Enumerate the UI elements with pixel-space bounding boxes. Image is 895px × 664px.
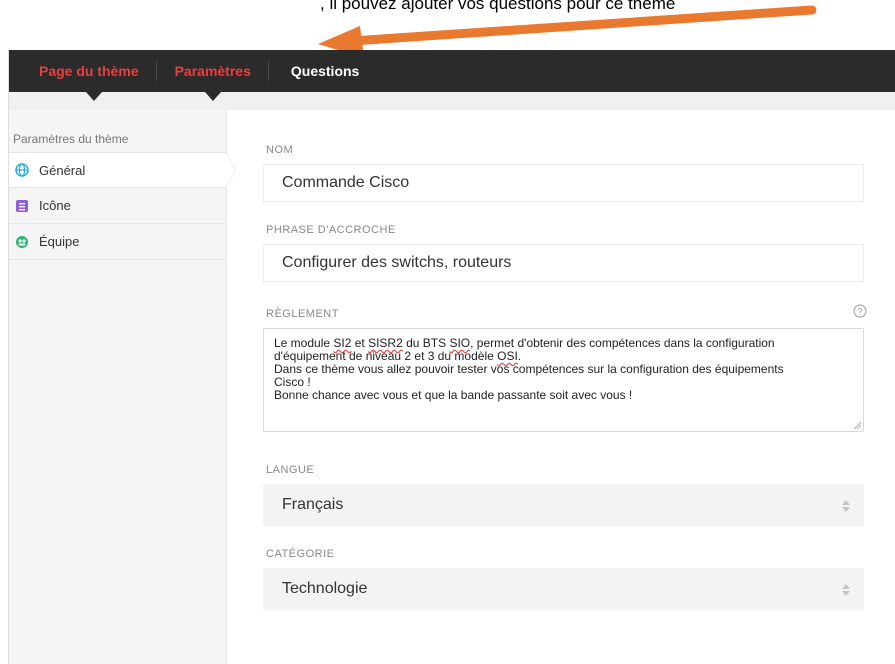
field-label: NOM [266, 144, 294, 156]
select-arrows-icon [842, 584, 850, 596]
svg-text:?: ? [857, 307, 862, 317]
tab-label: Paramètres [174, 63, 251, 79]
tab-page-du-theme[interactable]: Page du thème [31, 50, 157, 101]
text-line: Cisco ! [274, 375, 311, 389]
text-part: Le module [274, 336, 334, 350]
select-value: Français [282, 496, 344, 513]
text-part: . [517, 349, 522, 363]
text-part: , permet d'obtenir des compétences dans … [470, 336, 775, 350]
sidebar-item-label: Icône [39, 198, 71, 213]
sub-bar [9, 92, 895, 110]
field-label: LANGUE [266, 464, 315, 476]
sidebar-item-label: Général [39, 162, 86, 178]
field-phrase: PHRASE D'ACCROCHE Configurer des switchs… [263, 224, 869, 282]
input-value: Commande Cisco [282, 174, 410, 191]
spell-word: SISR2 [368, 336, 403, 350]
categorie-select[interactable]: Technologie [263, 568, 864, 610]
sidebar-item-label: Équipe [39, 234, 80, 249]
text-line: Bonne chance avec vous et que la bande p… [274, 388, 633, 402]
team-icon [15, 235, 29, 249]
tab-label: Page du thème [39, 63, 139, 79]
field-reglement: RÈGLEMENT ? Le module SI2 et SISR2 du BT… [263, 304, 869, 432]
resize-handle-icon[interactable] [853, 421, 861, 429]
settings-form: NOM Commande Cisco PHRASE D'ACCROCHE Con… [227, 110, 895, 664]
settings-sidebar: Paramètres du thème Général Icône Équipe [9, 110, 236, 664]
field-label: RÈGLEMENT [266, 308, 339, 320]
field-nom: NOM Commande Cisco [263, 144, 869, 202]
tab-questions[interactable]: Questions [269, 50, 377, 92]
select-arrows-icon [842, 500, 850, 512]
content-area: Paramètres du thème Général Icône Équipe… [9, 110, 895, 664]
globe-icon [15, 163, 29, 177]
text-part: et [351, 336, 369, 350]
text-part: d'équipement de niveau 2 et 3 du modèle [274, 349, 498, 363]
image-icon [15, 199, 29, 213]
text-part: du BTS [402, 336, 450, 350]
spell-word: SI2 [333, 336, 352, 350]
text-line: Dans ce thème vous allez pouvoir tester … [274, 362, 784, 376]
tab-parametres[interactable]: Paramètres [157, 50, 269, 101]
sidebar-item-icone[interactable]: Icône [9, 188, 226, 224]
spell-word: SIO [449, 336, 471, 350]
tab-caret-icon [85, 92, 102, 101]
reglement-textarea[interactable]: Le module SI2 et SISR2 du BTS SIO, perme… [263, 328, 864, 432]
screenshot: , il pouvez ajouter vos questions pour c… [0, 0, 895, 664]
spell-word: OSI [497, 349, 518, 363]
langue-select[interactable]: Français [263, 484, 864, 526]
select-value: Technologie [282, 580, 368, 597]
top-navigation: Page du thème Paramètres Questions [9, 50, 895, 101]
field-categorie: CATÉGORIE Technologie [263, 548, 869, 610]
app-window: Page du thème Paramètres Questions Param… [8, 50, 895, 664]
caption-line: , il pouvez ajouter vos questions pour c… [320, 0, 676, 13]
field-label: PHRASE D'ACCROCHE [266, 224, 396, 236]
sidebar-title: Paramètres du thème [13, 132, 129, 146]
sidebar-item-equipe[interactable]: Équipe [9, 224, 226, 260]
tab-caret-icon [204, 92, 221, 101]
input-value: Configurer des switchs, routeurs [282, 254, 512, 271]
field-langue: LANGUE Français [263, 464, 869, 526]
caption-text: , il pouvez ajouter vos questions pour c… [320, 0, 800, 14]
nom-input[interactable]: Commande Cisco [263, 164, 864, 202]
tab-label: Questions [290, 63, 360, 79]
help-icon[interactable]: ? [853, 304, 867, 318]
phrase-input[interactable]: Configurer des switchs, routeurs [263, 244, 864, 282]
sidebar-item-general[interactable]: Général [9, 152, 236, 188]
field-label: CATÉGORIE [266, 548, 335, 560]
